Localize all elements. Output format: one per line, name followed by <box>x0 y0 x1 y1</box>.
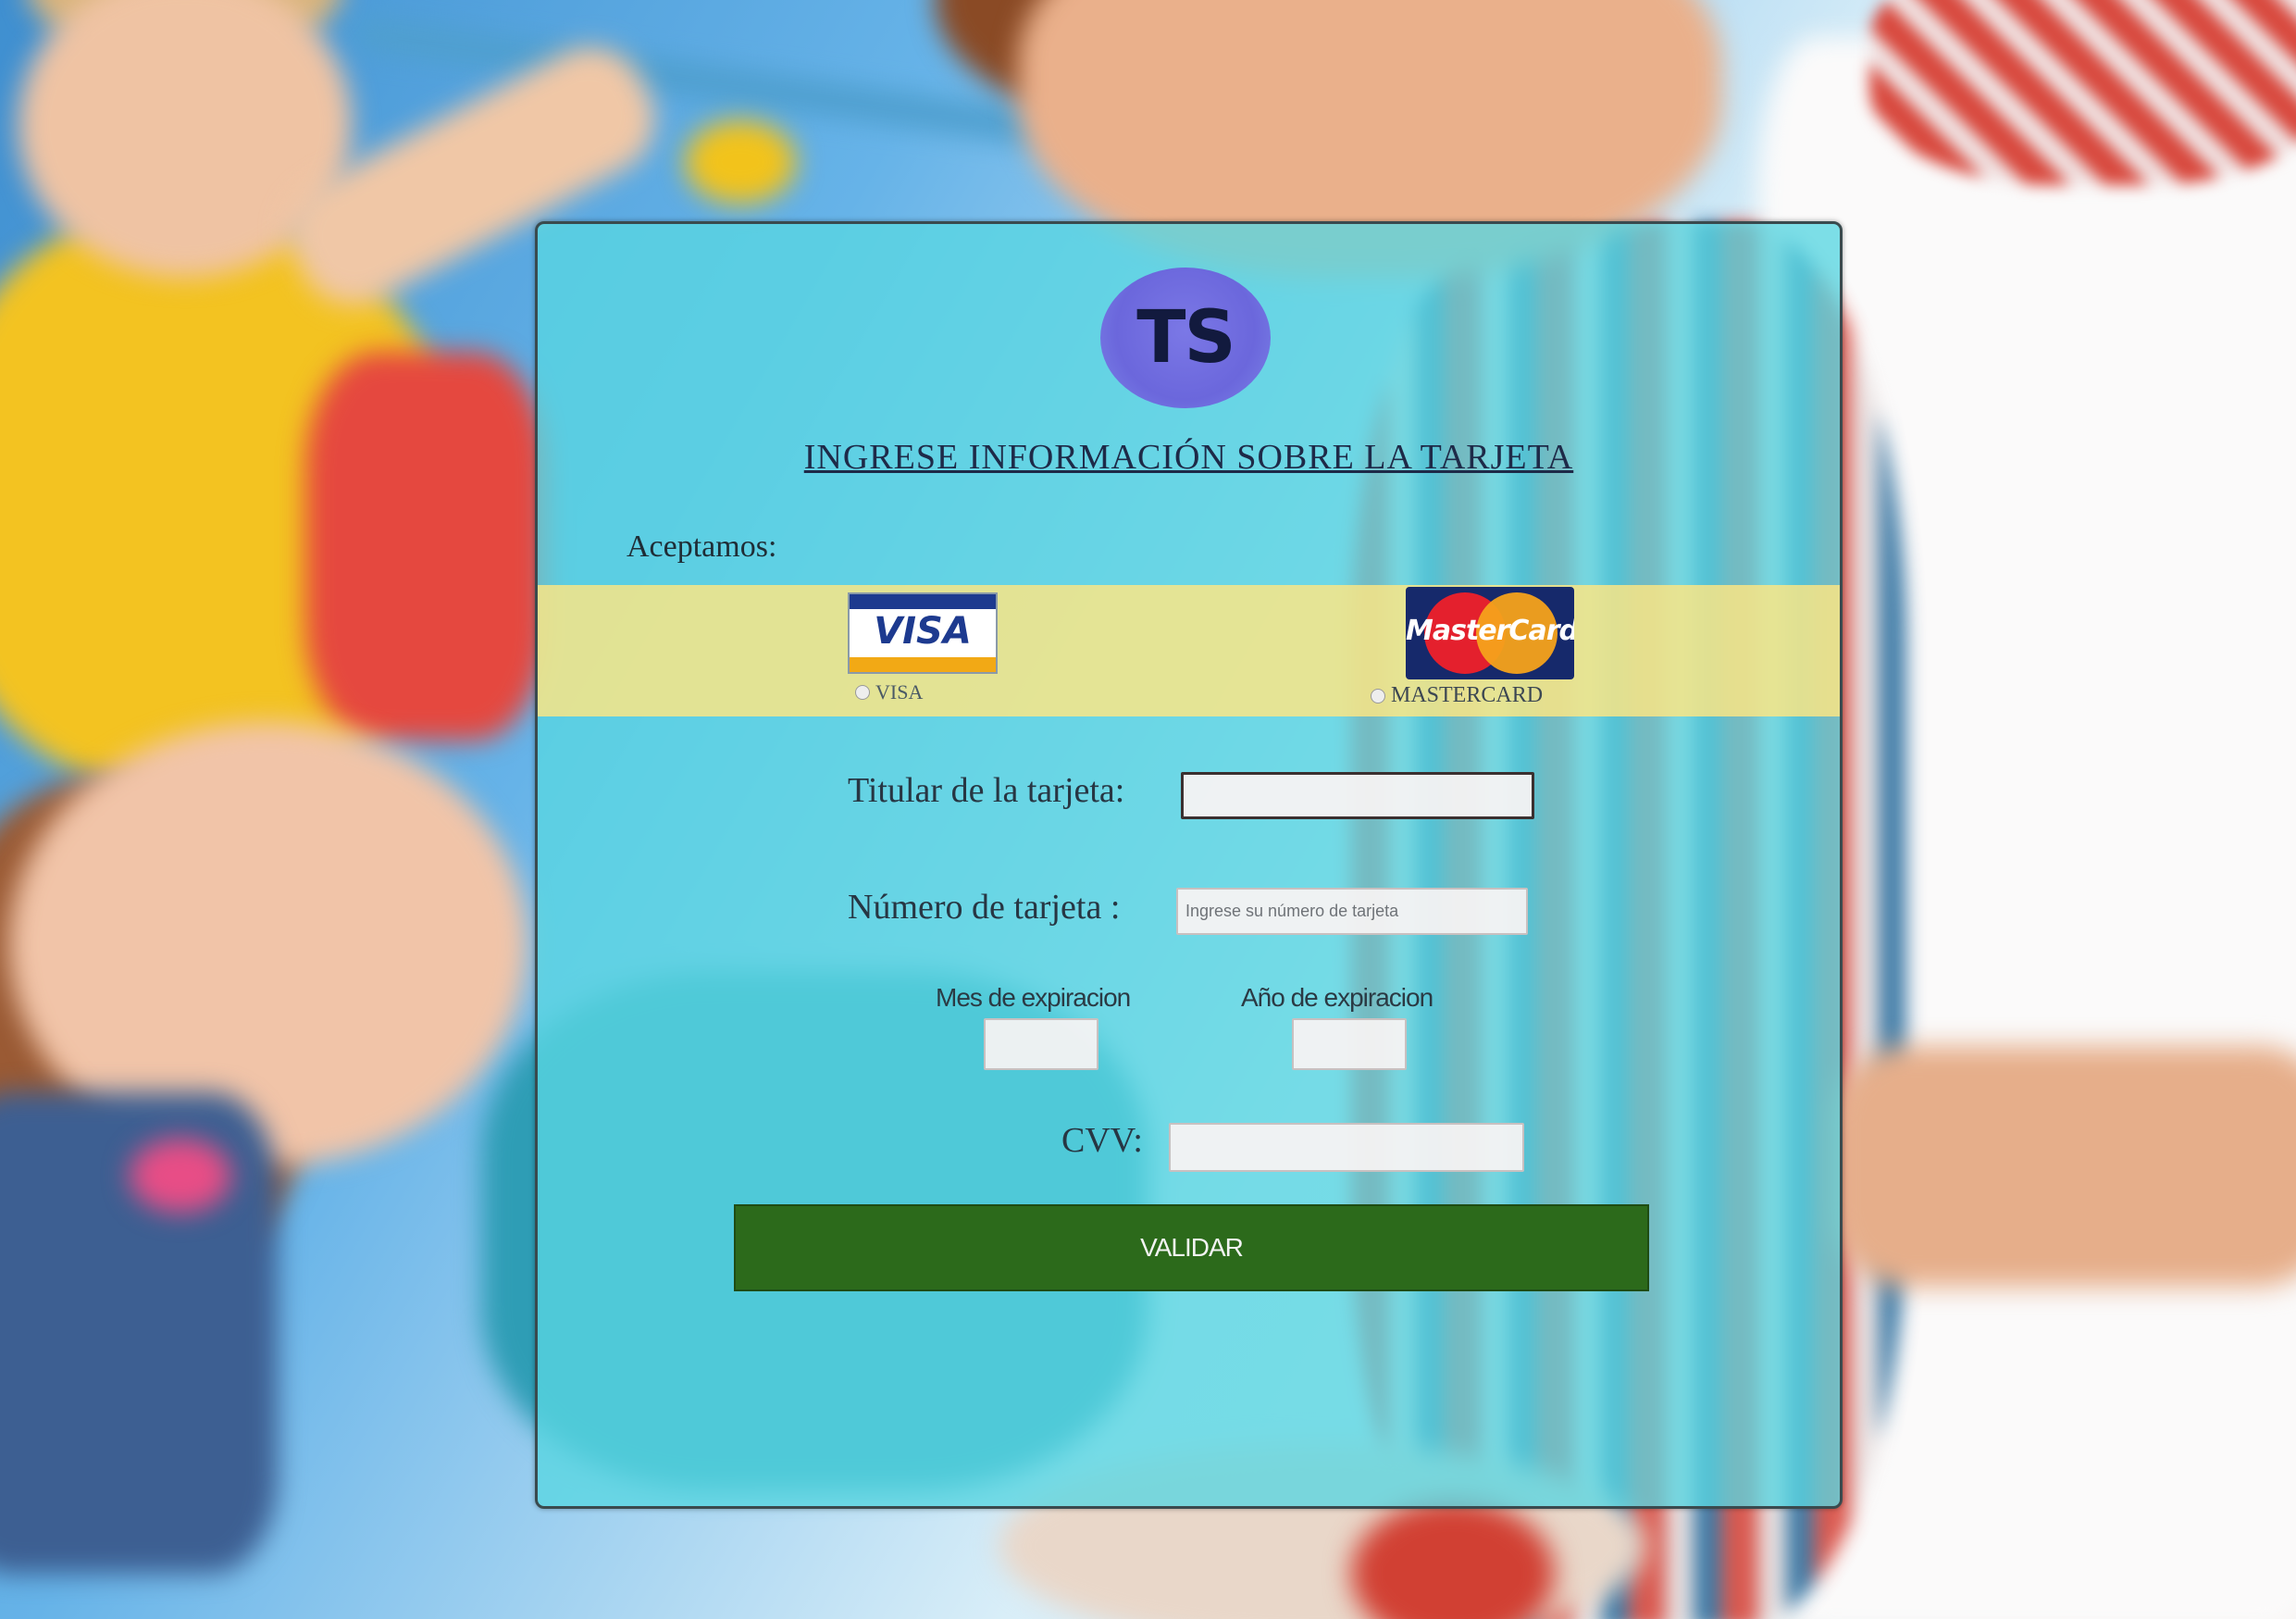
card-brand-selector: VISA VISA MasterCard MASTERCARD <box>538 585 1840 716</box>
accepted-cards-label: Aceptamos: <box>627 529 777 564</box>
visa-logo-icon[interactable]: VISA <box>848 592 998 674</box>
visa-radio-label: VISA <box>875 680 924 704</box>
titular-label: Titular de la tarjeta: <box>848 771 1125 810</box>
mastercard-radio-button[interactable] <box>1371 688 1385 704</box>
card-number-label: Número de tarjeta : <box>848 888 1121 927</box>
expiry-year-input[interactable] <box>1292 1018 1407 1070</box>
mastercard-radio-option[interactable]: MASTERCARD <box>1371 683 1543 708</box>
expiry-month-label: Mes de expiracion <box>936 983 1131 1012</box>
titular-input[interactable] <box>1181 772 1534 819</box>
logo-text: TS <box>1136 296 1235 380</box>
ts-logo-icon: TS <box>1100 268 1271 408</box>
payment-card-form: TS INGRESE INFORMACIÓN SOBRE LA TARJETA … <box>535 221 1843 1509</box>
mastercard-radio-label: MASTERCARD <box>1391 683 1544 707</box>
validate-button[interactable]: VALIDAR <box>734 1204 1649 1291</box>
visa-radio-button[interactable] <box>855 685 870 700</box>
expiry-month-input[interactable] <box>984 1018 1098 1070</box>
mastercard-logo-text: MasterCard <box>1406 615 1574 647</box>
expiry-year-label: Año de expiracion <box>1241 983 1433 1012</box>
form-heading: INGRESE INFORMACIÓN SOBRE LA TARJETA <box>803 438 1574 477</box>
cvv-label: CVV: <box>1061 1121 1143 1160</box>
mastercard-logo-icon[interactable]: MasterCard <box>1406 587 1574 679</box>
card-number-input[interactable] <box>1176 888 1528 935</box>
visa-radio-option[interactable]: VISA <box>855 680 923 704</box>
visa-logo-text: VISA <box>874 610 972 653</box>
cvv-input[interactable] <box>1169 1123 1524 1172</box>
